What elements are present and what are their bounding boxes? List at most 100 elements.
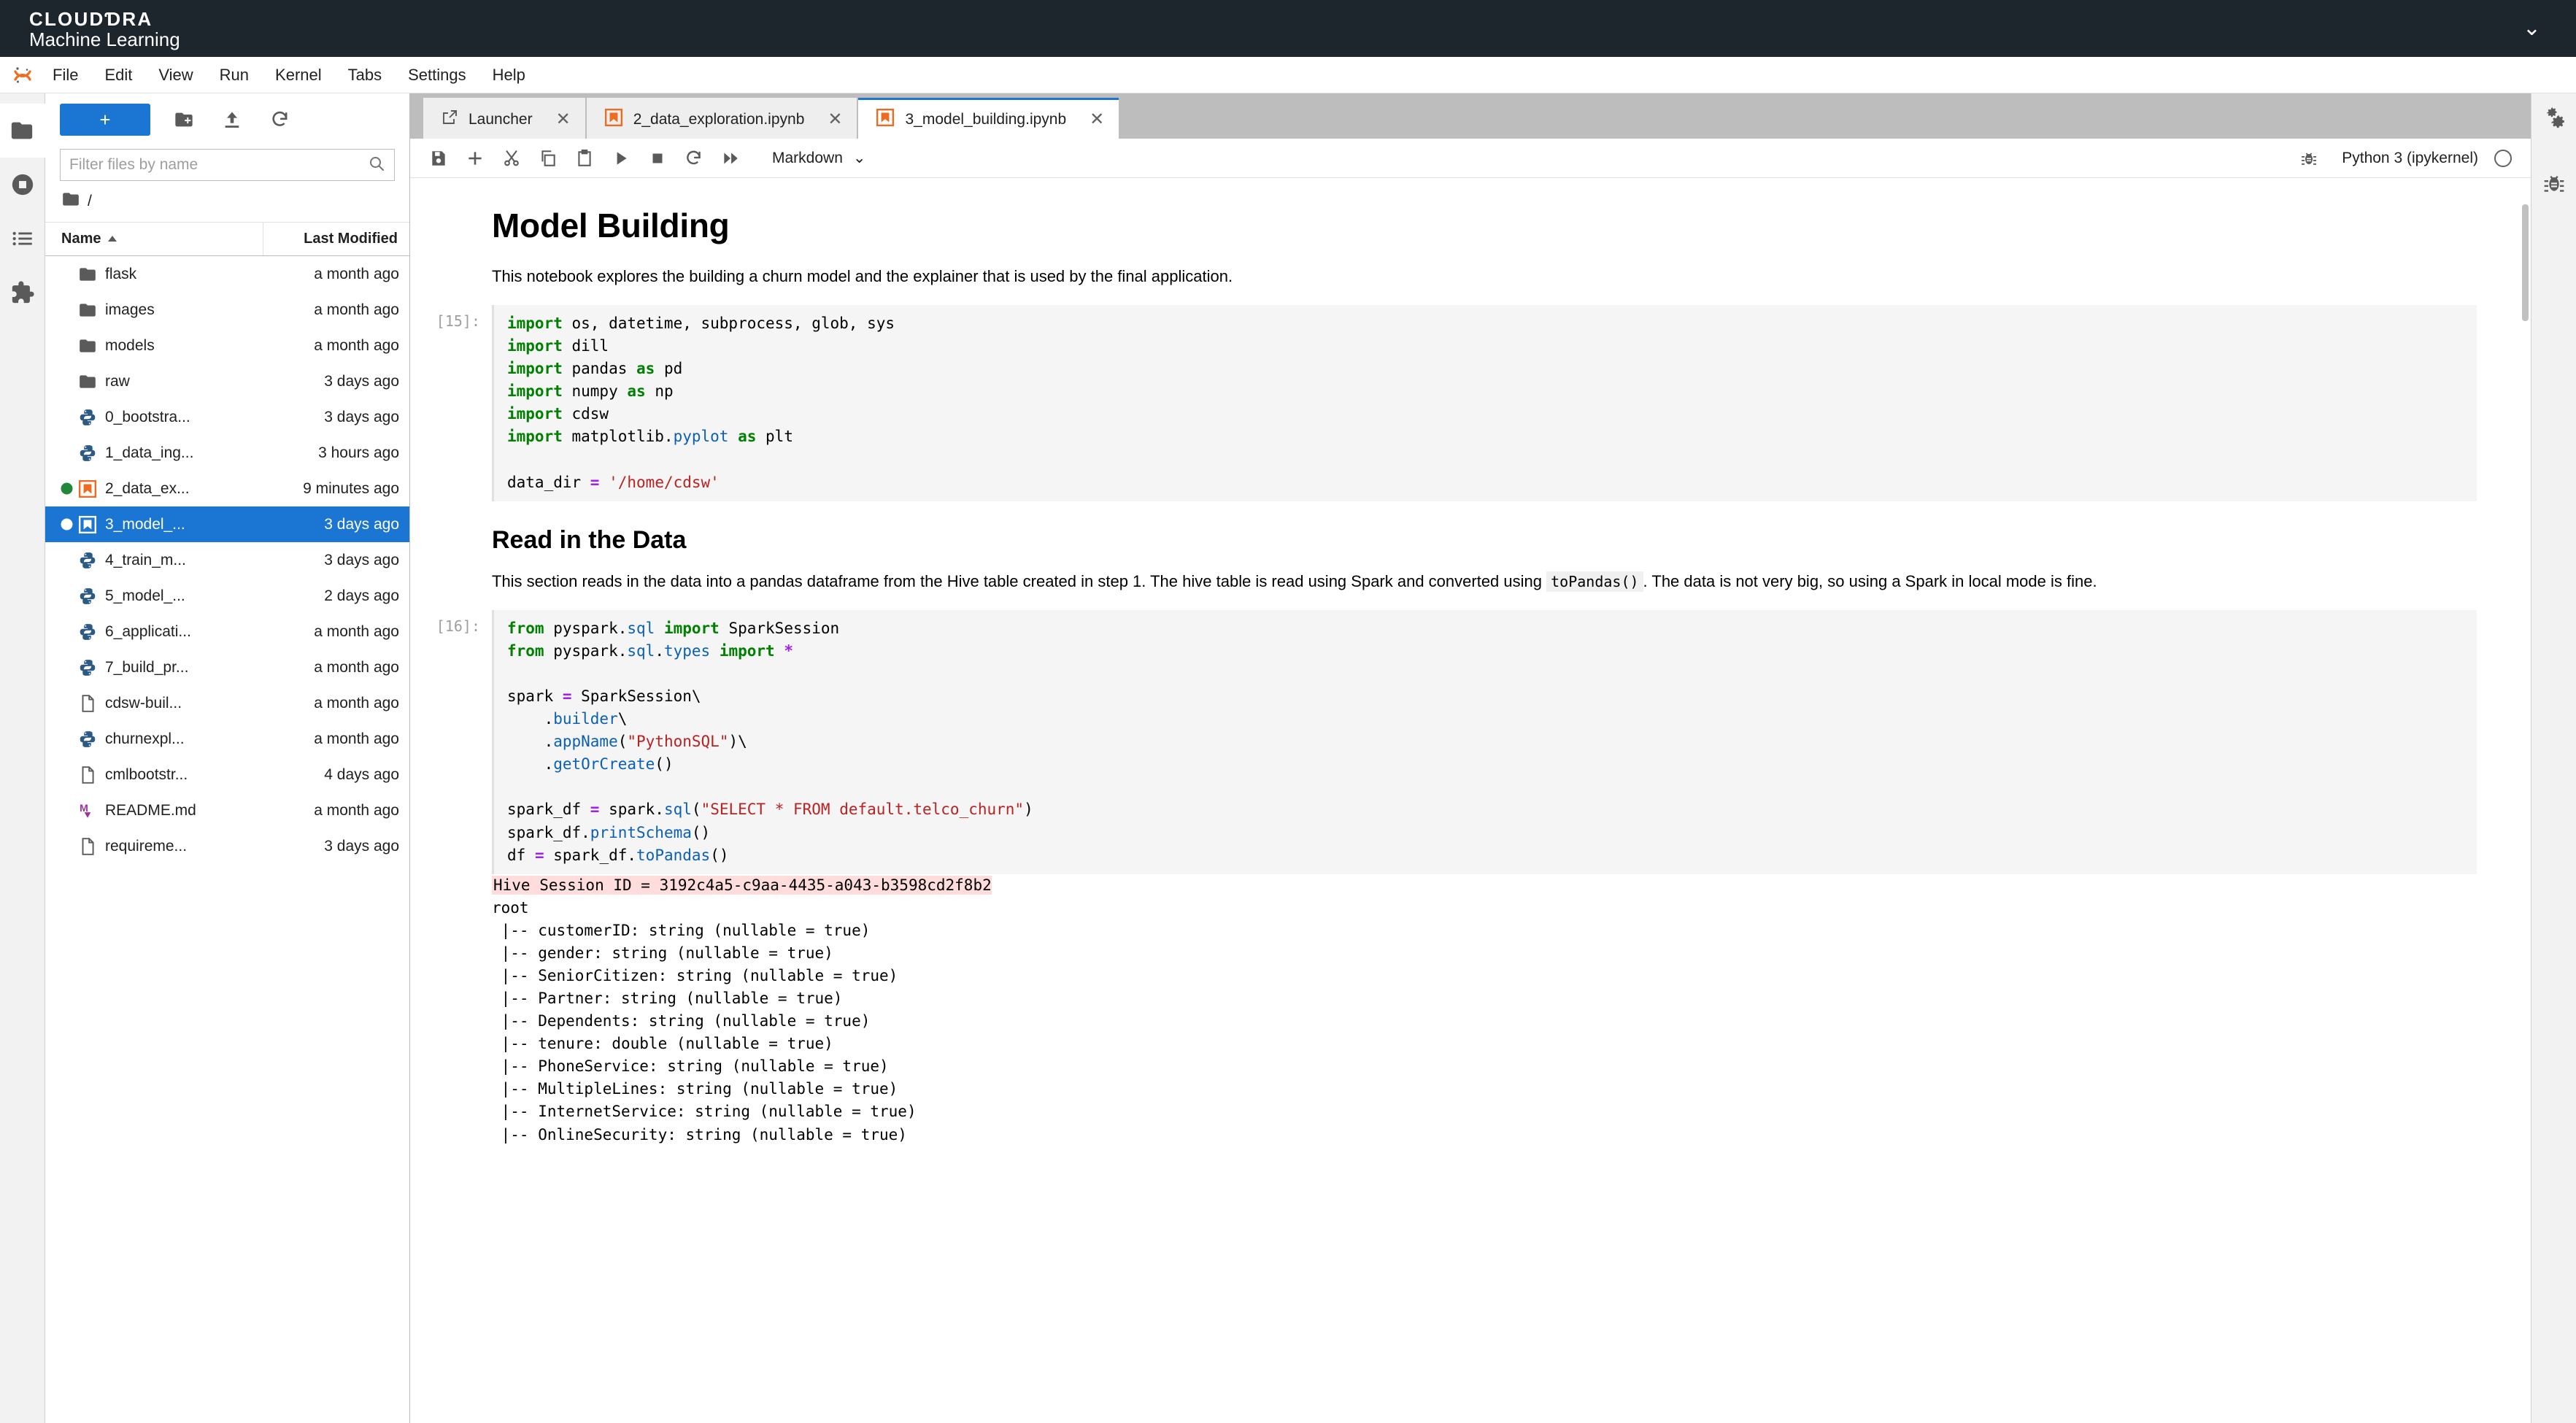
file-list-item[interactable]: cdsw-buil...a month ago <box>45 685 409 721</box>
column-header-name-label: Name <box>61 231 101 247</box>
menu-item-view[interactable]: View <box>148 61 203 89</box>
close-icon[interactable]: ✕ <box>1090 111 1104 128</box>
notebook-scrollbar[interactable] <box>2521 178 2531 1423</box>
refresh-icon[interactable] <box>266 105 295 134</box>
sidebar-item-running-sessions[interactable] <box>0 158 45 212</box>
file-list-item[interactable]: modelsa month ago <box>45 328 409 363</box>
folder-file-icon <box>74 265 101 284</box>
python-file-icon <box>74 658 101 677</box>
save-icon[interactable] <box>422 142 455 174</box>
tab-2-data-exploration-ipynb[interactable]: 2_data_exploration.ipynb✕ <box>587 98 857 139</box>
copy-icon[interactable] <box>531 142 565 174</box>
property-inspector-gear-icon[interactable] <box>2542 107 2567 135</box>
inline-code-topandas: toPandas() <box>1546 571 1643 592</box>
file-list-header: Name Last Modified <box>45 223 409 256</box>
file-list: flaska month agoimagesa month agomodelsa… <box>45 256 409 1423</box>
run-cell-icon[interactable] <box>604 142 638 174</box>
search-input[interactable] <box>69 156 368 174</box>
code-cell-15[interactable]: [15]: import os, datetime, subprocess, g… <box>410 305 2521 501</box>
menu-item-file[interactable]: File <box>42 61 88 89</box>
menu-item-help[interactable]: Help <box>482 61 536 89</box>
paste-icon[interactable] <box>568 142 601 174</box>
python-file-icon <box>74 551 101 570</box>
code-editor[interactable]: from pyspark.sql import SparkSession fro… <box>492 610 2477 874</box>
file-list-item[interactable]: 3_model_...3 days ago <box>45 506 409 542</box>
file-list-item[interactable]: requireme...3 days ago <box>45 828 409 864</box>
cell-prompt: [15]: <box>410 305 492 501</box>
sidebar-item-extension-manager[interactable] <box>0 266 45 320</box>
code-cell-16[interactable]: [16]: from pyspark.sql import SparkSessi… <box>410 610 2521 1146</box>
close-icon[interactable]: ✕ <box>556 111 571 128</box>
chevron-down-icon[interactable]: ⌄ <box>2523 18 2541 39</box>
section-text-b: . The data is not very big, so using a S… <box>1643 572 2097 590</box>
restart-kernel-icon[interactable] <box>677 142 711 174</box>
notebook-toolbar-right: Python 3 (ipykernel) <box>2292 142 2519 174</box>
file-list-item[interactable]: 5_model_...2 days ago <box>45 578 409 614</box>
tab-3-model-building-ipynb[interactable]: 3_model_building.ipynb✕ <box>858 98 1119 139</box>
kernel-indicator-label[interactable]: Python 3 (ipykernel) <box>2342 150 2478 167</box>
insert-cell-icon[interactable] <box>458 142 492 174</box>
cell-prompt: [16]: <box>410 610 492 1146</box>
file-list-item[interactable]: MREADME.mda month ago <box>45 793 409 828</box>
breadcrumb[interactable]: / <box>45 181 409 223</box>
file-list-item[interactable]: 7_build_pr...a month ago <box>45 649 409 685</box>
interrupt-kernel-icon[interactable] <box>641 142 674 174</box>
new-folder-icon[interactable] <box>169 105 198 134</box>
menu-item-tabs[interactable]: Tabs <box>338 61 392 89</box>
file-list-item[interactable]: 0_bootstra...3 days ago <box>45 399 409 435</box>
file-list-item[interactable]: imagesa month ago <box>45 292 409 328</box>
sidebar-item-table-of-contents[interactable] <box>0 212 45 266</box>
breadcrumb-root[interactable]: / <box>88 193 92 210</box>
file-browser-toolbar: + <box>45 93 409 143</box>
column-header-modified[interactable]: Last Modified <box>263 231 409 247</box>
python-file-icon <box>74 408 101 427</box>
cut-icon[interactable] <box>495 142 528 174</box>
debugger-bug-icon[interactable] <box>2292 142 2326 174</box>
column-header-name[interactable]: Name <box>45 223 263 255</box>
file-modified: 3 days ago <box>266 373 409 390</box>
file-list-item[interactable]: 6_applicati...a month ago <box>45 614 409 649</box>
code-editor[interactable]: import os, datetime, subprocess, glob, s… <box>492 305 2477 501</box>
file-modified: 3 days ago <box>266 552 409 569</box>
file-filter-box[interactable] <box>60 149 395 181</box>
file-modified: 3 days ago <box>266 409 409 426</box>
scrollbar-thumb[interactable] <box>2522 204 2529 321</box>
notebook-icon <box>604 108 623 131</box>
left-activity-bar <box>0 93 45 1423</box>
notebook-file-icon <box>74 515 101 534</box>
upload-icon[interactable] <box>217 105 247 134</box>
menu-item-settings[interactable]: Settings <box>398 61 477 89</box>
file-name: cdsw-buil... <box>101 695 266 712</box>
file-list-item[interactable]: 4_train_m...3 days ago <box>45 542 409 578</box>
restart-and-run-all-icon[interactable] <box>714 142 747 174</box>
file-list-item[interactable]: cmlbootstr...4 days ago <box>45 757 409 793</box>
python-file-icon <box>74 444 101 463</box>
tab-launcher[interactable]: Launcher ✕ <box>423 98 585 139</box>
file-list-item[interactable]: churnexpl...a month ago <box>45 721 409 757</box>
menu-item-run[interactable]: Run <box>209 61 259 89</box>
new-launcher-button[interactable]: + <box>60 104 150 136</box>
sidebar-item-file-browser[interactable] <box>0 104 45 158</box>
markdown-cell-title[interactable]: Model Building This notebook explores th… <box>410 206 2521 289</box>
close-icon[interactable]: ✕ <box>828 111 842 128</box>
file-list-item[interactable]: 1_data_ing...3 hours ago <box>45 435 409 471</box>
menu-item-kernel[interactable]: Kernel <box>265 61 332 89</box>
sort-ascending-icon <box>107 231 118 247</box>
file-list-item[interactable]: 2_data_ex...9 minutes ago <box>45 471 409 506</box>
notebook-scroll-region: Model Building This notebook explores th… <box>410 178 2531 1423</box>
cell-type-dropdown[interactable]: Markdown ⌄ <box>765 146 873 170</box>
markdown-cell-read-data[interactable]: Read in the Data This section reads in t… <box>410 526 2521 594</box>
tab-label: Launcher <box>468 111 533 128</box>
debugger-bug-icon[interactable] <box>2542 171 2566 198</box>
file-modified: a month ago <box>266 659 409 676</box>
file-list-item[interactable]: flaska month ago <box>45 256 409 292</box>
file-modified: a month ago <box>266 695 409 712</box>
right-activity-bar <box>2531 93 2576 1423</box>
file-file-icon <box>74 837 101 856</box>
menu-item-edit[interactable]: Edit <box>94 61 142 89</box>
page-title: Model Building <box>492 206 2477 245</box>
file-modified: 9 minutes ago <box>266 480 409 498</box>
file-list-item[interactable]: raw3 days ago <box>45 363 409 399</box>
file-name: requireme... <box>101 838 266 855</box>
cloudera-logo: CLOUDƊRA Machine Learning <box>29 8 180 49</box>
